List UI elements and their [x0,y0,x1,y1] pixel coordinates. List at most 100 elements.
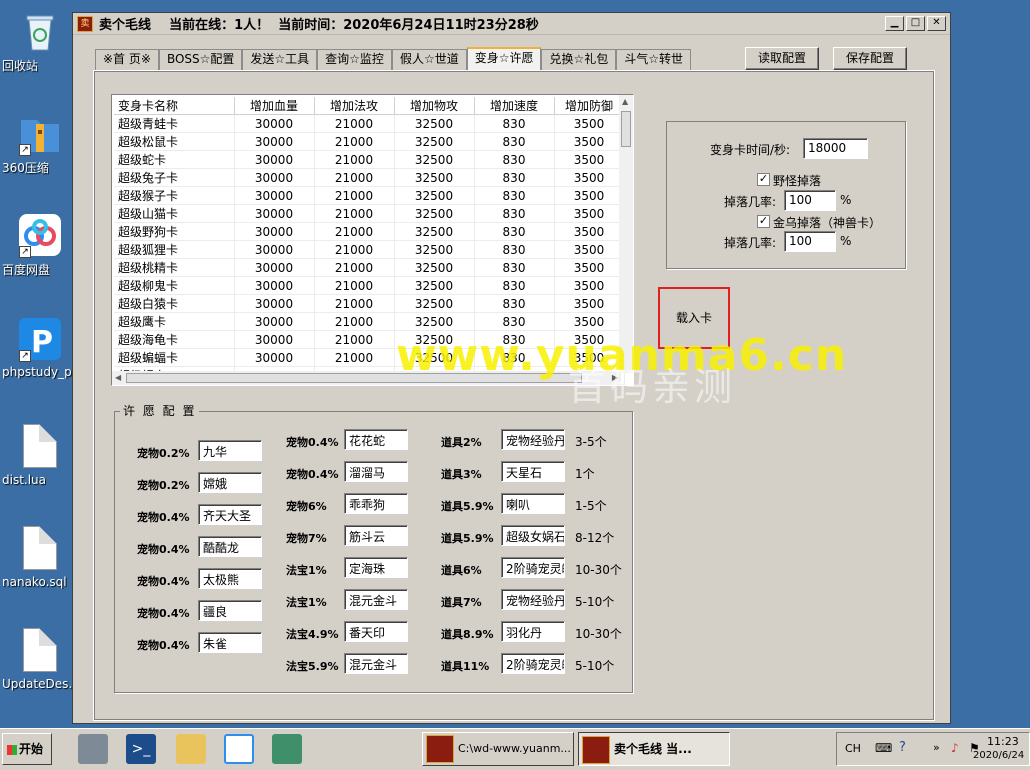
monster-drop-checkbox[interactable]: ✓ [757,173,770,186]
table-row[interactable]: 超级兔子卡 30000 21000 32500 830 3500 [114,168,625,187]
wish-item-input[interactable]: 嫦娥 [198,472,262,493]
stat-cell: 830 [474,150,555,169]
wish-item-input[interactable]: 筋斗云 [344,525,408,546]
clock-time[interactable]: 11:23 [987,735,1019,748]
wish-item-input[interactable]: 番天印 [344,621,408,642]
desktop-icon-nanako-sql[interactable]: nanako.sql [2,526,78,589]
table-row[interactable]: 超级松鼠卡 30000 21000 32500 830 3500 [114,132,625,151]
wish-item-input[interactable]: 天星石 [501,461,565,482]
powershell-icon[interactable]: >_ [126,734,156,764]
stat-cell: 3500 [554,186,625,205]
column-header[interactable]: 增加法攻 [314,97,395,115]
tab-query-monitor[interactable]: 查询☆监控 [317,49,392,70]
wish-item-input[interactable]: 齐天大圣 [198,504,262,525]
baidu-netdisk-taskbar-icon[interactable] [224,734,254,764]
table-row[interactable]: 超级山猫卡 30000 21000 32500 830 3500 [114,204,625,223]
wish-item-input[interactable]: 九华 [198,440,262,461]
scroll-left-icon[interactable]: ◀ [115,373,121,382]
stat-cell: 3500 [554,132,625,151]
table-row[interactable]: 超级白猿卡 30000 21000 32500 830 3500 [114,294,625,313]
explorer-folder-icon[interactable] [176,734,206,764]
task-explorer[interactable]: C:\wd-www.yuanm... [422,732,574,766]
task-app-window[interactable]: 卖个毛线 当... [578,732,730,766]
wish-item-input[interactable]: 2阶骑宠灵魄 [501,557,565,578]
table-row[interactable]: 超级青蛙卡 30000 21000 32500 830 3500 [114,114,625,133]
editor-icon[interactable] [272,734,302,764]
desktop-icon-recycle-bin[interactable]: 回收站 [2,8,78,73]
wish-rate-label: 法宝5.9% [286,660,339,673]
language-indicator[interactable]: CH [845,742,861,755]
tray-expand-icon[interactable]: » [933,741,940,754]
column-header[interactable]: 增加血量 [234,97,315,115]
desktop-icon-label: 百度网盘 [2,263,51,277]
desktop-icon-phpstudy[interactable]: P ↗ phpstudy_pro [2,316,84,379]
table-row[interactable]: 超级蛇卡 30000 21000 32500 830 3500 [114,150,625,169]
help-icon[interactable]: ? [899,740,906,755]
column-header[interactable]: 增加物攻 [394,97,475,115]
stat-cell: 32500 [394,168,475,187]
wish-rate-label: 道具5.9% [441,500,494,513]
stat-cell: 830 [474,258,555,277]
table-row[interactable]: 超级猴子卡 30000 21000 32500 830 3500 [114,186,625,205]
stat-cell: 30000 [234,240,315,259]
title-bar[interactable]: 卖 卖个毛线 当前在线：1人！ 当前时间：2020年6月24日11时23分28秒… [73,13,950,35]
wish-item-input[interactable]: 混元金斗 [344,653,408,674]
column-header[interactable]: 增加速度 [474,97,555,115]
desktop-icon-360zip[interactable]: ↗ 360压缩 [2,110,78,175]
clock-date[interactable]: 2020/6/24 [973,750,1024,761]
save-config-button[interactable]: 保存配置 [833,47,907,70]
wish-item-input[interactable]: 超级女娲石 [501,525,565,546]
tab-transform-wish[interactable]: 变身☆许愿 [466,47,542,70]
volume-muted-icon[interactable]: ♪ [951,741,959,755]
stat-cell: 21000 [314,186,395,205]
tab-fake-players[interactable]: 假人☆世道 [391,49,467,70]
wish-item-input[interactable]: 疆良 [198,600,262,621]
tab-qi-rebirth[interactable]: 斗气☆转世 [616,49,691,70]
maximize-button[interactable]: □ [906,16,925,31]
desktop-icon-updatedes[interactable]: UpdateDes... [2,628,80,691]
scroll-thumb[interactable] [621,111,631,147]
golden-drop-rate-input[interactable]: 100 [784,231,836,252]
drop-rate-label: 掉落几率: [724,236,777,250]
read-config-button[interactable]: 读取配置 [745,47,819,70]
monster-drop-rate-input[interactable]: 100 [784,190,836,211]
golden-drop-checkbox[interactable]: ✓ [757,215,770,228]
server-manager-icon[interactable] [78,734,108,764]
table-row[interactable]: 超级狐狸卡 30000 21000 32500 830 3500 [114,240,625,259]
table-row[interactable]: 超级桃精卡 30000 21000 32500 830 3500 [114,258,625,277]
wish-item-input[interactable]: 羽化丹 [501,621,565,642]
wish-item-input[interactable]: 2阶骑宠灵魄 [501,653,565,674]
table-row[interactable]: 超级鹰卡 30000 21000 32500 830 3500 [114,312,625,331]
desktop-icon-dist-lua[interactable]: dist.lua [2,424,78,487]
wish-item-input[interactable]: 酷酷龙 [198,536,262,557]
wish-item-input[interactable]: 宠物经验丹 [501,589,565,610]
close-button[interactable]: ✕ [927,16,946,31]
tab-exchange-gifts[interactable]: 兑换☆礼包 [541,49,617,70]
desktop-icon-label: 回收站 [2,59,39,73]
wish-item-input[interactable]: 混元金斗 [344,589,408,610]
wish-item-input[interactable]: 溜溜马 [344,461,408,482]
tab-home[interactable]: ※首 页※ [95,49,159,70]
wish-item-input[interactable]: 定海珠 [344,557,408,578]
wish-item-input[interactable]: 乖乖狗 [344,493,408,514]
stat-cell: 830 [474,186,555,205]
card-name-cell: 超级兔子卡 [114,168,235,187]
scroll-up-icon[interactable]: ▲ [622,97,628,106]
table-row[interactable]: 超级野狗卡 30000 21000 32500 830 3500 [114,222,625,241]
column-header[interactable]: 增加防御 [554,97,625,115]
column-header[interactable]: 变身卡名称 [114,97,235,115]
wish-item-input[interactable]: 太极熊 [198,568,262,589]
desktop-icon-baidu-netdisk[interactable]: ↗ 百度网盘 [2,212,78,277]
keyboard-icon[interactable]: ⌨ [875,741,892,755]
wish-item-input[interactable]: 花花蛇 [344,429,408,450]
wish-item-input[interactable]: 朱雀 [198,632,262,653]
wish-item-input[interactable]: 喇叭 [501,493,565,514]
start-button[interactable]: 开始 [2,733,52,765]
tab-send-tools[interactable]: 发送☆工具 [242,49,318,70]
card-time-input[interactable]: 18000 [803,138,868,159]
tab-boss-config[interactable]: BOSS☆配置 [158,49,243,70]
minimize-button[interactable]: ▁ [885,16,904,31]
wish-item-input[interactable]: 宠物经验丹 [501,429,565,450]
card-name-cell: 超级蝙蝠卡 [114,348,235,367]
table-row[interactable]: 超级柳鬼卡 30000 21000 32500 830 3500 [114,276,625,295]
